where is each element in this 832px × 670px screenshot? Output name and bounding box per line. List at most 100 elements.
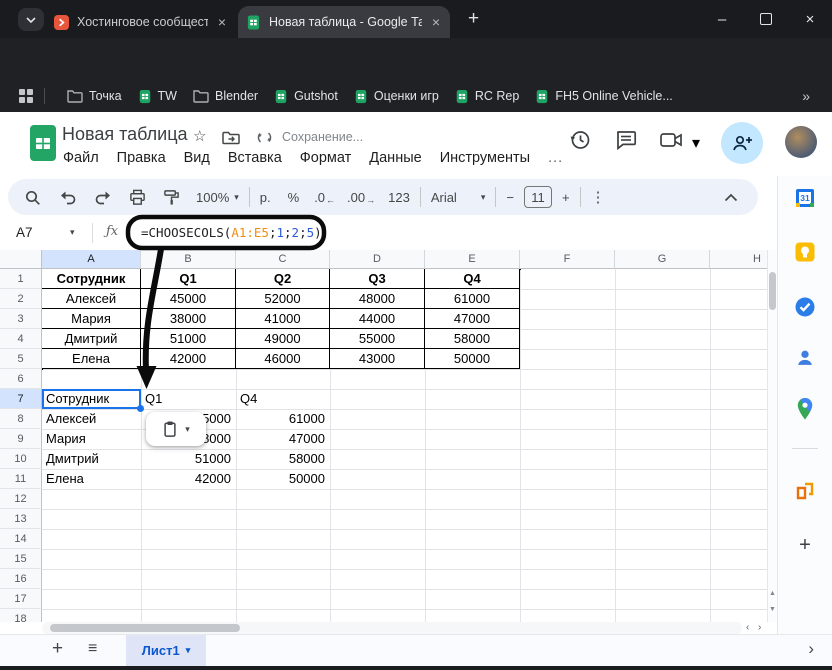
bookmark-item-1[interactable]: TW	[138, 89, 177, 104]
sheet-tab-active[interactable]: Лист1 ▾	[126, 635, 206, 666]
collapse-toolbar-icon[interactable]	[724, 193, 738, 202]
cell-A8[interactable]: Алексей	[46, 409, 137, 429]
cell-E3[interactable]: 47000	[425, 309, 520, 329]
meet-camera-icon[interactable]	[659, 128, 685, 152]
cell-A10[interactable]: Дмитрий	[46, 449, 137, 469]
scroll-left-icon[interactable]: ‹	[746, 622, 749, 634]
menu-данные[interactable]: Данные	[360, 147, 430, 169]
undo-icon[interactable]	[59, 189, 77, 205]
paste-options-button[interactable]: ▾	[146, 412, 206, 446]
menu-вставка[interactable]: Вставка	[219, 147, 291, 169]
star-document-icon[interactable]: ☆	[193, 127, 206, 145]
cell-C1[interactable]: Q2	[236, 269, 330, 289]
version-history-icon[interactable]	[568, 128, 592, 152]
cell-C7[interactable]: Q4	[240, 389, 326, 409]
cell-C9[interactable]: 47000	[236, 429, 325, 449]
cell-A9[interactable]: Мария	[46, 429, 137, 449]
cell-B1[interactable]: Q1	[141, 269, 236, 289]
cell-A2[interactable]: Алексей	[42, 289, 141, 309]
row-header-10[interactable]: 10	[0, 449, 42, 469]
toolbar-more-button[interactable]: ⋮	[591, 188, 606, 206]
menu-формат[interactable]: Формат	[291, 147, 361, 169]
formula-input[interactable]: =CHOOSECOLS(A1:E5;1;2;5)	[141, 225, 322, 240]
cell-D4[interactable]: 55000	[330, 329, 425, 349]
zoom-select[interactable]: 100%	[196, 190, 229, 205]
grid-corner[interactable]	[0, 250, 42, 269]
horizontal-scrollbar[interactable]	[42, 622, 742, 634]
camera-caret-icon[interactable]: ▾	[692, 133, 700, 153]
increase-decimals-button[interactable]: .00→	[347, 190, 375, 205]
search-icon[interactable]	[24, 189, 41, 206]
more-formats-button[interactable]: 123	[388, 190, 410, 205]
row-header-13[interactable]: 13	[0, 509, 42, 529]
cell-B10[interactable]: 51000	[141, 449, 231, 469]
format-currency-button[interactable]: р.	[260, 190, 271, 205]
cell-C3[interactable]: 41000	[236, 309, 330, 329]
font-size-input[interactable]: 11	[524, 186, 552, 208]
share-button[interactable]	[721, 122, 763, 164]
side-panel-maps-icon[interactable]	[793, 397, 817, 421]
cell-B11[interactable]: 42000	[141, 469, 231, 489]
row-header-18[interactable]: 18	[0, 609, 42, 622]
side-panel-toggle-icon[interactable]: ›	[808, 639, 814, 659]
cell-C2[interactable]: 52000	[236, 289, 330, 309]
paint-format-icon[interactable]	[163, 189, 180, 206]
side-panel-addon-icon[interactable]	[793, 479, 817, 503]
spreadsheet-grid[interactable]: ABCDEFGH123456789101112131415161718Сотру…	[0, 250, 767, 622]
name-box[interactable]: A7	[16, 225, 33, 240]
side-panel-tasks-icon[interactable]	[793, 295, 817, 319]
row-header-16[interactable]: 16	[0, 569, 42, 589]
cell-D5[interactable]: 43000	[330, 349, 425, 369]
cell-A11[interactable]: Елена	[46, 469, 137, 489]
add-sheet-button[interactable]: +	[52, 638, 63, 660]
cell-B3[interactable]: 38000	[141, 309, 236, 329]
cell-C10[interactable]: 58000	[236, 449, 325, 469]
row-header-5[interactable]: 5	[0, 349, 42, 369]
row-header-12[interactable]: 12	[0, 489, 42, 509]
row-header-3[interactable]: 3	[0, 309, 42, 329]
tab-close-icon[interactable]: ×	[430, 14, 442, 30]
side-panel-calendar-icon[interactable]: 31	[793, 186, 817, 210]
apps-grid-icon[interactable]	[18, 88, 34, 104]
all-sheets-button[interactable]: ≡	[88, 640, 97, 658]
print-icon[interactable]	[129, 189, 146, 206]
scroll-down-icon[interactable]: ▼	[769, 606, 776, 613]
column-header-B[interactable]: B	[141, 250, 236, 269]
decrease-decimals-button[interactable]: .0←	[314, 190, 335, 205]
move-to-folder-icon[interactable]	[222, 130, 240, 145]
cell-A5[interactable]: Елена	[42, 349, 141, 369]
cell-C8[interactable]: 61000	[236, 409, 325, 429]
cell-B5[interactable]: 42000	[141, 349, 236, 369]
side-panel-contacts-icon[interactable]	[793, 346, 817, 370]
document-title[interactable]: Новая таблица	[62, 124, 188, 145]
bookmarks-overflow-chevron[interactable]: »	[802, 88, 810, 104]
row-header-17[interactable]: 17	[0, 589, 42, 609]
row-header-8[interactable]: 8	[0, 409, 42, 429]
increase-font-size-button[interactable]: +	[562, 190, 570, 205]
window-maximize-button[interactable]	[749, 0, 783, 38]
bookmark-item-4[interactable]: Оценки игр	[354, 89, 439, 104]
cell-B7[interactable]: Q1	[145, 389, 232, 409]
cell-B4[interactable]: 51000	[141, 329, 236, 349]
window-minimize-button[interactable]: –	[705, 0, 739, 38]
tab-search-button[interactable]	[18, 8, 44, 31]
cell-D2[interactable]: 48000	[330, 289, 425, 309]
row-header-1[interactable]: 1	[0, 269, 42, 289]
format-percent-button[interactable]: %	[288, 190, 300, 205]
bookmark-item-3[interactable]: Gutshot	[274, 89, 338, 104]
menu-вид[interactable]: Вид	[175, 147, 219, 169]
side-panel-keep-icon[interactable]	[793, 240, 817, 264]
cell-C5[interactable]: 46000	[236, 349, 330, 369]
scroll-up-icon[interactable]: ▲	[769, 590, 776, 597]
cell-E5[interactable]: 50000	[425, 349, 520, 369]
window-close-button[interactable]: ×	[793, 0, 827, 38]
row-header-6[interactable]: 6	[0, 369, 42, 389]
column-header-G[interactable]: G	[615, 250, 710, 269]
vertical-scrollbar[interactable]: ▲ ▼	[767, 250, 777, 622]
side-panel-add-icon[interactable]: +	[793, 533, 817, 557]
cell-A1[interactable]: Сотрудник	[42, 269, 141, 289]
cell-B2[interactable]: 45000	[141, 289, 236, 309]
decrease-font-size-button[interactable]: −	[506, 190, 514, 205]
comments-icon[interactable]	[614, 128, 638, 152]
cell-D3[interactable]: 44000	[330, 309, 425, 329]
